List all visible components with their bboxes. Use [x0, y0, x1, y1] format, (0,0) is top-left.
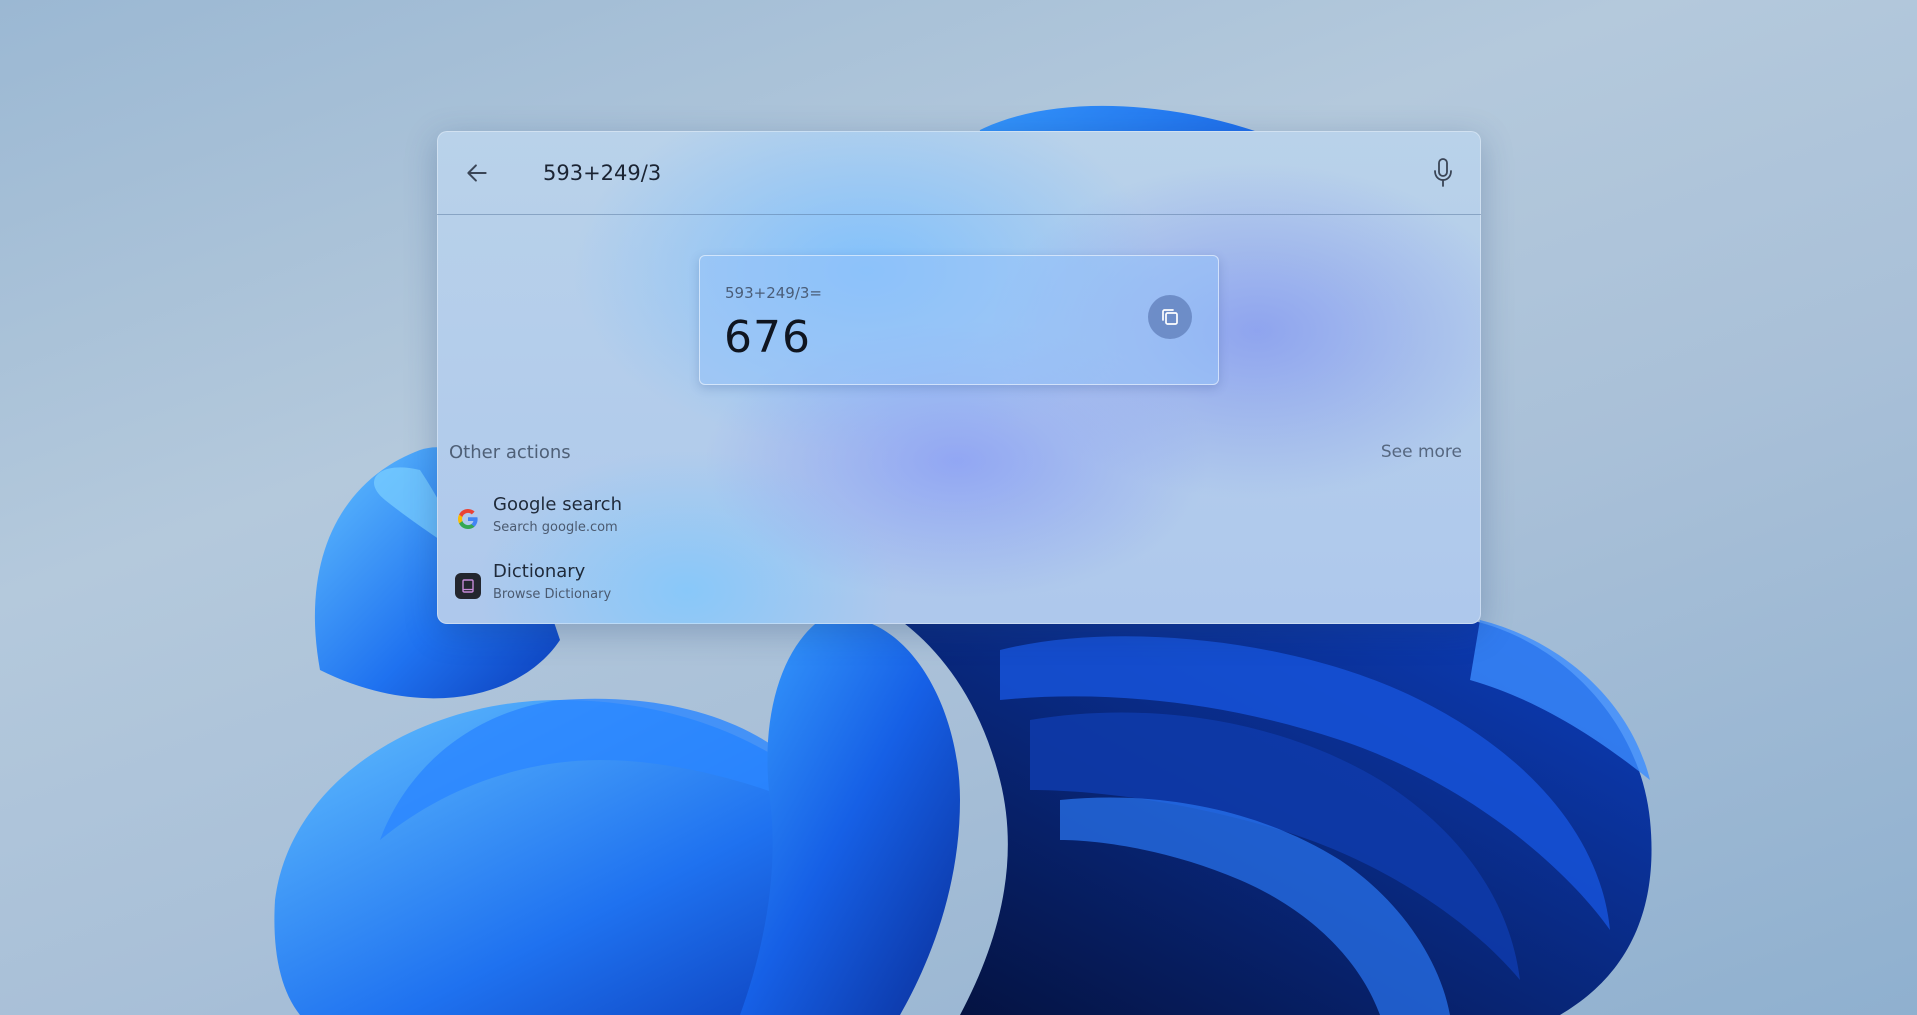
calculator-result: 676: [724, 312, 811, 363]
back-button[interactable]: [459, 155, 495, 191]
desktop: 593+249/3= 676 Other actions See more: [0, 0, 1917, 1015]
action-subtitle: Search google.com: [493, 520, 618, 535]
search-input[interactable]: [543, 153, 1393, 193]
action-subtitle: Browse Dictionary: [493, 587, 612, 602]
book-icon: [454, 572, 482, 600]
arrow-left-icon: [467, 164, 487, 182]
search-bar: [437, 131, 1481, 215]
action-title: Google search: [493, 494, 622, 515]
action-google-search[interactable]: Google search Search google.com: [449, 492, 849, 544]
copy-icon: [1162, 309, 1178, 325]
microphone-icon: [1434, 158, 1452, 187]
calculator-result-card: 593+249/3= 676: [699, 255, 1219, 385]
see-more-link[interactable]: See more: [1381, 442, 1462, 462]
google-icon: [454, 505, 482, 533]
other-actions-title: Other actions: [449, 442, 571, 463]
microphone-button[interactable]: [1425, 153, 1461, 193]
search-panel: 593+249/3= 676 Other actions See more: [437, 131, 1481, 624]
copy-result-button[interactable]: [1148, 295, 1192, 339]
action-title: Dictionary: [493, 561, 586, 582]
calculator-expression: 593+249/3=: [725, 284, 822, 302]
action-dictionary[interactable]: Dictionary Browse Dictionary: [449, 559, 849, 611]
